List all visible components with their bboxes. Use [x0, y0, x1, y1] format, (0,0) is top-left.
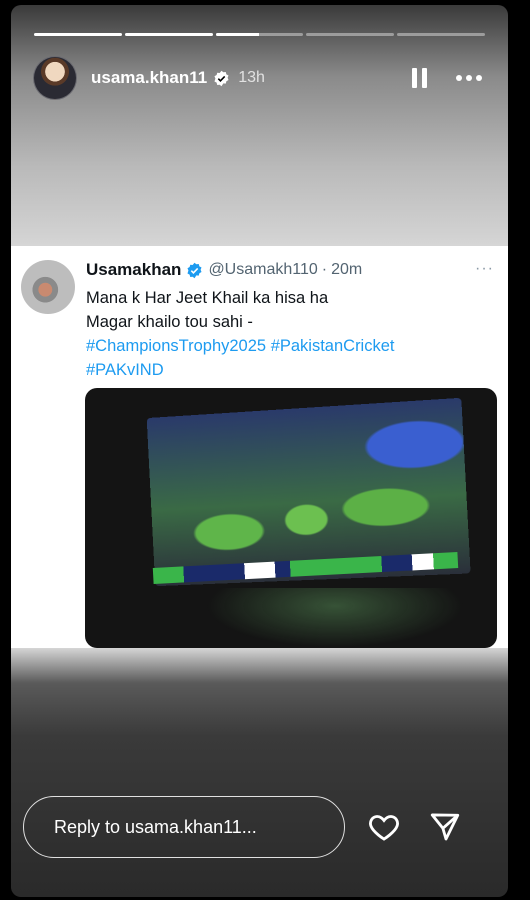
- story-header: usama.khan11 13h: [33, 53, 486, 103]
- more-icon[interactable]: [452, 63, 486, 93]
- progress-segment: [124, 33, 213, 36]
- avatar[interactable]: [33, 56, 77, 100]
- tweet-header: Usamakhan @Usamakh110 · 20m ···: [86, 260, 498, 280]
- tweet-hashtags: #ChampionsTrophy2025 #PakistanCricket: [86, 334, 496, 358]
- hashtag: #ChampionsTrophy2025: [86, 337, 267, 355]
- pause-icon[interactable]: [404, 63, 434, 93]
- reply-placeholder: Reply to usama.khan11...: [54, 816, 257, 837]
- reply-input[interactable]: Reply to usama.khan11...: [23, 796, 345, 858]
- tweet-handle: @Usamakh110: [208, 261, 318, 278]
- tweet-author-name: Usamakhan: [86, 260, 182, 279]
- tweet-card: Usamakhan @Usamakh110 · 20m ··· Mana k H…: [11, 246, 508, 648]
- send-icon[interactable]: [427, 810, 463, 844]
- hashtag: #PAKvIND: [86, 361, 164, 379]
- progress-segment: [215, 33, 304, 36]
- tweet-media-image: [85, 388, 497, 648]
- progress-segment: [34, 33, 122, 36]
- verified-badge-icon: [186, 262, 203, 279]
- screen-glow: [205, 588, 465, 648]
- tweet-text: Mana k Har Jeet Khail ka hisa ha Magar k…: [86, 286, 496, 382]
- tweet-line: Magar khailo tou sahi -: [86, 313, 253, 331]
- progress-segment: [397, 33, 485, 36]
- story-view[interactable]: usama.khan11 13h Usamakhan @Usamakh110 ·…: [11, 5, 508, 897]
- separator-dot: ·: [321, 261, 328, 278]
- tweet-time: 20m: [331, 261, 363, 278]
- app-frame: usama.khan11 13h Usamakhan @Usamakh110 ·…: [0, 0, 530, 900]
- tweet-line: Mana k Har Jeet Khail ka hisa ha: [86, 289, 329, 307]
- heart-icon[interactable]: [366, 810, 402, 844]
- progress-segment: [306, 33, 395, 36]
- story-username[interactable]: usama.khan11: [91, 68, 207, 88]
- verified-badge-icon: [213, 70, 230, 87]
- story-progress: [34, 33, 485, 36]
- hashtag: #PakistanCricket: [270, 337, 395, 355]
- story-time: 13h: [238, 69, 265, 86]
- tweet-more-icon: ···: [475, 260, 494, 277]
- tweet-avatar: [21, 260, 75, 314]
